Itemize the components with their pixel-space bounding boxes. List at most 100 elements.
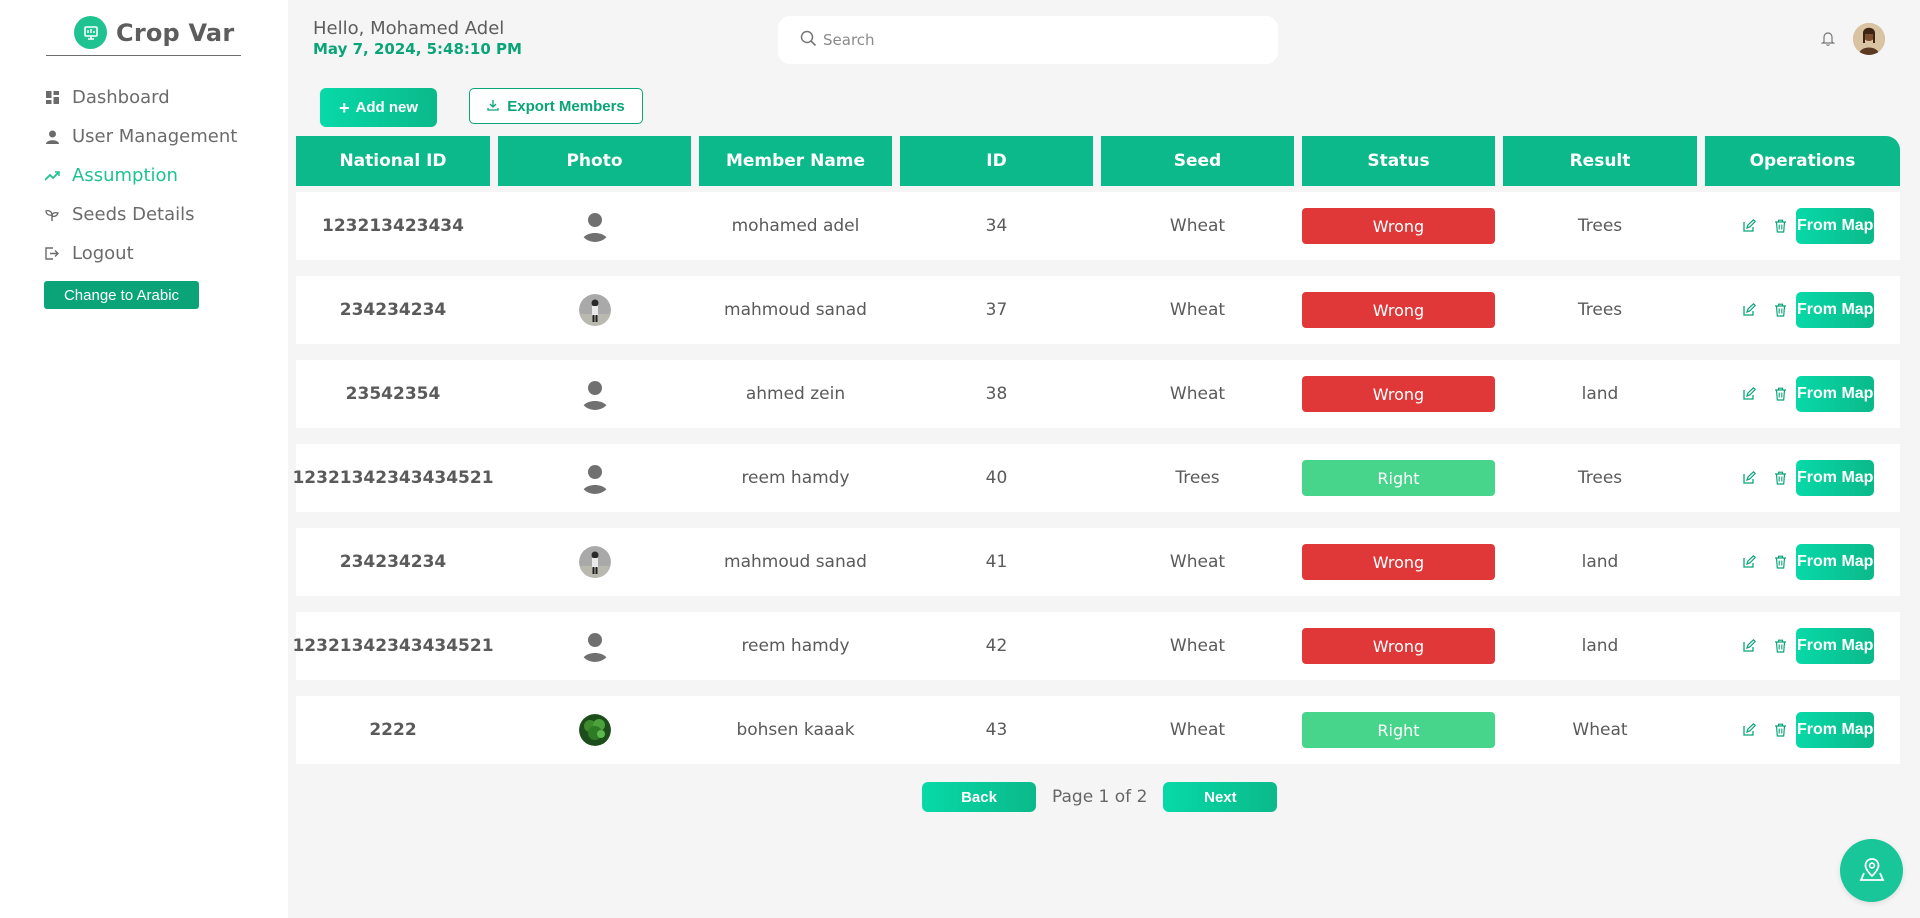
column-header-result[interactable]: Result	[1503, 136, 1697, 186]
cell-seed: Wheat	[1169, 636, 1226, 656]
from-map-button[interactable]: From Map	[1796, 460, 1874, 496]
change-language-button[interactable]: Change to Arabic	[44, 281, 199, 309]
from-map-button[interactable]: From Map	[1796, 376, 1874, 412]
status-badge: Wrong	[1302, 376, 1495, 412]
cell-id: 34	[985, 216, 1008, 236]
member-photo[interactable]	[579, 630, 611, 662]
delete-icon[interactable]	[1772, 386, 1788, 402]
delete-icon[interactable]	[1772, 722, 1788, 738]
logout-icon	[44, 246, 60, 262]
from-map-button[interactable]: From Map	[1796, 628, 1874, 664]
delete-icon[interactable]	[1772, 638, 1788, 654]
cell-seed: Wheat	[1169, 300, 1226, 320]
cell-member-name: mohamed adel	[731, 216, 860, 236]
cell-member-name: mahmoud sanad	[724, 552, 867, 572]
next-button[interactable]: Next	[1163, 782, 1278, 812]
from-map-button[interactable]: From Map	[1796, 292, 1874, 328]
cell-photo	[498, 444, 691, 512]
sidebar-item-label: Seeds Details	[72, 204, 195, 225]
row-operations: From Map	[1741, 292, 1874, 328]
back-button[interactable]: Back	[922, 782, 1036, 812]
logo[interactable]: Crop Var	[74, 16, 234, 49]
cell-photo	[498, 696, 691, 764]
cell-member-name: reem hamdy	[741, 468, 850, 488]
cell-status: Wrong	[1302, 360, 1495, 428]
edit-icon[interactable]	[1741, 554, 1757, 570]
edit-icon[interactable]	[1741, 302, 1757, 318]
search-input[interactable]	[823, 31, 1243, 49]
sidebar-item-assumption[interactable]: Assumption	[44, 156, 237, 195]
cell-seed: Wheat	[1169, 552, 1226, 572]
table-row: 2222 bohsen kaaak 43 Wheat Right Wheat From Ma…	[296, 696, 1900, 764]
row-operations: From Map	[1741, 208, 1874, 244]
datetime: May 7, 2024, 5:48:10 PM	[313, 40, 522, 58]
from-map-button[interactable]: From Map	[1796, 208, 1874, 244]
member-photo[interactable]	[579, 462, 611, 494]
status-badge: Wrong	[1302, 628, 1495, 664]
row-operations: From Map	[1741, 460, 1874, 496]
cell-result: land	[1581, 552, 1619, 572]
add-new-button[interactable]: + Add new	[320, 88, 437, 127]
map-pin-icon	[1858, 855, 1886, 887]
delete-icon[interactable]	[1772, 218, 1788, 234]
cell-result: land	[1581, 636, 1619, 656]
column-header-id[interactable]: ID	[900, 136, 1093, 186]
trend-icon	[44, 168, 60, 184]
member-photo[interactable]	[579, 378, 611, 410]
member-photo[interactable]	[578, 294, 611, 326]
member-photo[interactable]	[578, 546, 611, 578]
column-header-photo[interactable]: Photo	[498, 136, 691, 186]
logo-icon	[74, 16, 107, 49]
user-avatar[interactable]	[1853, 23, 1885, 55]
delete-icon[interactable]	[1772, 554, 1788, 570]
column-header-member-name[interactable]: Member Name	[699, 136, 892, 186]
sidebar-item-user-management[interactable]: User Management	[44, 117, 237, 156]
cell-operations: From Map	[1705, 444, 1900, 512]
cell-member-name: reem hamdy	[741, 636, 850, 656]
status-badge: Wrong	[1302, 544, 1495, 580]
notification-bell-icon[interactable]	[1819, 29, 1837, 47]
cell-status: Wrong	[1302, 192, 1495, 260]
column-header-operations[interactable]: Operations	[1705, 136, 1900, 186]
cell-id: 41	[985, 552, 1008, 572]
cell-status: Wrong	[1302, 276, 1495, 344]
page-indicator: Page 1 of 2	[1052, 787, 1148, 807]
sidebar-item-label: User Management	[72, 126, 238, 147]
from-map-button[interactable]: From Map	[1796, 712, 1874, 748]
cell-operations: From Map	[1705, 192, 1900, 260]
edit-icon[interactable]	[1741, 470, 1757, 486]
cell-photo	[498, 276, 691, 344]
column-header-national-id[interactable]: National ID	[296, 136, 490, 186]
cell-status: Wrong	[1302, 528, 1495, 596]
sidebar-item-logout[interactable]: Logout	[44, 234, 237, 273]
member-photo[interactable]	[579, 210, 611, 242]
delete-icon[interactable]	[1772, 302, 1788, 318]
row-operations: From Map	[1741, 628, 1874, 664]
row-operations: From Map	[1741, 376, 1874, 412]
row-operations: From Map	[1741, 544, 1874, 580]
table-row: 12321342343434521 reem hamdy 42 Wheat Wrong l…	[292, 612, 1900, 680]
export-members-button[interactable]: Export Members	[469, 88, 643, 124]
cell-photo	[498, 360, 691, 428]
edit-icon[interactable]	[1741, 722, 1757, 738]
edit-icon[interactable]	[1741, 638, 1757, 654]
member-photo[interactable]	[578, 714, 611, 746]
dashboard-icon	[44, 90, 60, 106]
sidebar-item-dashboard[interactable]: Dashboard	[44, 78, 237, 117]
search-icon	[800, 30, 817, 51]
map-fab-button[interactable]	[1840, 839, 1903, 902]
search-box[interactable]	[778, 16, 1278, 64]
cell-seed: Wheat	[1169, 720, 1226, 740]
edit-icon[interactable]	[1741, 218, 1757, 234]
cell-result: Wheat	[1572, 720, 1628, 740]
from-map-button[interactable]: From Map	[1796, 544, 1874, 580]
delete-icon[interactable]	[1772, 470, 1788, 486]
column-header-seed[interactable]: Seed	[1101, 136, 1294, 186]
edit-icon[interactable]	[1741, 386, 1757, 402]
add-new-label: Add new	[355, 99, 419, 116]
column-header-status[interactable]: Status	[1302, 136, 1495, 186]
table-header: National ID Photo Member Name ID Seed St…	[296, 136, 1900, 186]
cell-national-id: 234234234	[339, 300, 447, 320]
sidebar-item-seeds-details[interactable]: Seeds Details	[44, 195, 237, 234]
sidebar-item-label: Dashboard	[72, 87, 170, 108]
